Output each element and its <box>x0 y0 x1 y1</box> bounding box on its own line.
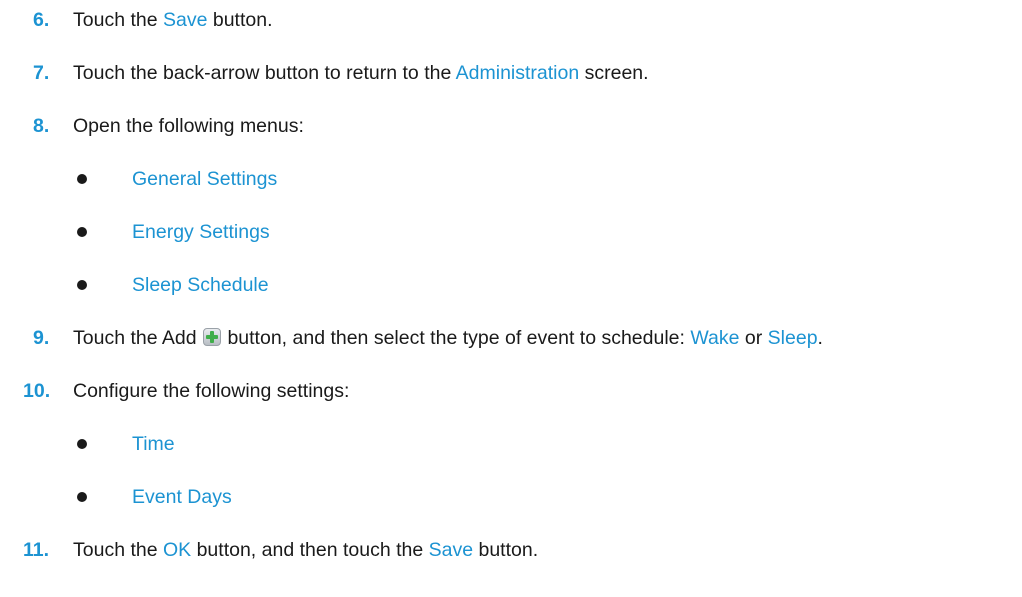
step-text-post: screen. <box>579 62 649 84</box>
ui-term-save: Save <box>162 9 208 31</box>
list-item: Energy Settings <box>0 220 1022 244</box>
bullet-icon <box>77 492 87 502</box>
bullet-icon <box>77 439 87 449</box>
step-text-pre: Touch the back-arrow button to return to… <box>73 62 456 84</box>
step-text-mid: button, and then touch the <box>191 539 429 561</box>
step-text-pre: Touch the Add <box>73 327 203 349</box>
step-number: 11. <box>23 539 50 561</box>
ui-term-save: Save <box>428 539 474 561</box>
bullet-icon <box>77 174 87 184</box>
step-text: Touch the Save button. <box>73 8 273 32</box>
list-item: General Settings <box>0 167 1022 191</box>
step-text-end: button. <box>473 539 539 561</box>
step-text: Configure the following settings: <box>73 380 350 402</box>
bullet-icon <box>77 227 87 237</box>
step-text: Open the following menus: <box>73 115 304 137</box>
ui-term-wake: Wake <box>690 327 740 349</box>
bullet-icon <box>77 280 87 290</box>
ui-term-sleep: Sleep <box>767 327 818 349</box>
list-item: Event Days <box>0 485 1022 509</box>
list-item: Sleep Schedule <box>0 273 1022 297</box>
step-6: 6. Touch the Save button. <box>0 8 1022 32</box>
ui-term-general-settings: General Settings <box>132 168 278 190</box>
step-text-or: or <box>739 327 768 349</box>
step-number: 7. <box>33 62 50 84</box>
ui-term-sleep-schedule: Sleep Schedule <box>132 274 269 296</box>
step-8: 8. Open the following menus: <box>0 114 1022 138</box>
step-9: 9. Touch the Add button, and then select… <box>0 326 1022 350</box>
step-text-end: . <box>817 327 823 349</box>
ui-term-ok: OK <box>162 539 192 561</box>
step-text-post: button. <box>207 9 273 31</box>
ui-term-event-days: Event Days <box>132 486 232 508</box>
step-text: Touch the OK button, and then touch the … <box>73 538 538 562</box>
step-text: Touch the Add button, and then select th… <box>73 326 823 350</box>
ui-term-energy-settings: Energy Settings <box>132 221 270 243</box>
step-text-pre: Touch the <box>73 539 163 561</box>
step-10: 10. Configure the following settings: <box>0 379 1022 403</box>
step-number: 9. <box>33 327 50 349</box>
step-11: 11. Touch the OK button, and then touch … <box>0 538 1022 562</box>
step-number: 10. <box>23 380 51 402</box>
step-text: Touch the back-arrow button to return to… <box>73 61 649 85</box>
step-7: 7. Touch the back-arrow button to return… <box>0 61 1022 85</box>
step-text-mid: button, and then select the type of even… <box>222 327 691 349</box>
list-item: Time <box>0 432 1022 456</box>
ui-term-administration: Administration <box>455 62 580 84</box>
step-number: 8. <box>33 115 50 137</box>
step-number: 6. <box>33 9 50 31</box>
step-text-pre: Touch the <box>73 9 163 31</box>
ui-term-time: Time <box>132 433 175 455</box>
add-icon <box>203 328 222 346</box>
